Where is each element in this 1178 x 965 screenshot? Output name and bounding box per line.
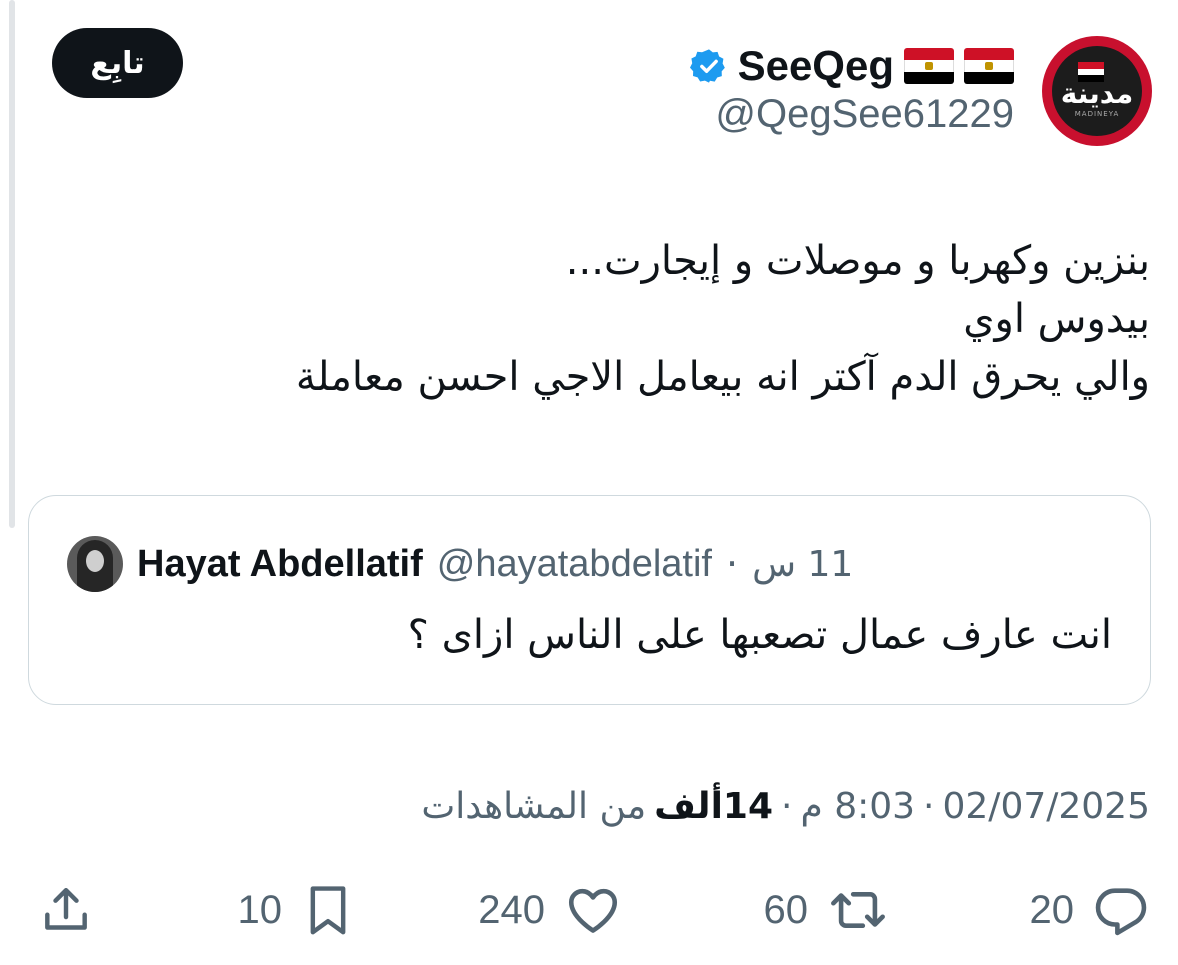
repost-count: 60 — [763, 887, 809, 932]
reply-count: 20 — [1029, 887, 1075, 932]
avatar-logo-subtext: MADINEYA — [1074, 109, 1120, 118]
bookmark-icon — [310, 886, 346, 935]
tweet-time[interactable]: 8:03 م — [800, 786, 915, 827]
author-handle[interactable]: @QegSee61229 — [715, 92, 1014, 137]
bookmark-count: 10 — [237, 887, 283, 932]
bookmark-button[interactable]: 10 — [238, 870, 357, 950]
separator-dot: · — [781, 785, 793, 827]
share-button[interactable] — [38, 870, 94, 950]
separator-dot: · — [725, 542, 739, 586]
verified-badge-icon — [689, 49, 725, 83]
tweet-text-line: بيدوس اوي — [963, 296, 1150, 342]
heart-icon — [568, 888, 618, 933]
tweet-text-line: بنزين وكهربا و موصلات و إيجارت... — [565, 238, 1150, 284]
egypt-flag-icon — [1078, 62, 1104, 82]
repost-button[interactable]: 60 — [764, 870, 891, 950]
tweet-text: بنزين وكهربا و موصلات و إيجارت... بيدوس … — [150, 232, 1150, 406]
author-display-name[interactable]: SeeQeg — [738, 42, 894, 90]
egypt-flag-icon — [964, 48, 1014, 84]
separator-dot: · — [923, 785, 935, 827]
scrollbar[interactable] — [9, 0, 15, 528]
follow-button[interactable]: تابِع — [52, 28, 183, 98]
like-button[interactable]: 240 — [478, 870, 623, 950]
author-avatar[interactable]: مدينة MADINEYA — [1042, 36, 1152, 146]
tweet-text-line: والي يحرق الدم آكتر انه بيعامل الاجي احس… — [295, 354, 1150, 400]
quoted-author-avatar — [67, 536, 123, 592]
tweet-date[interactable]: 02/07/2025 — [943, 786, 1151, 827]
tweet-meta: 02/07/2025 · 8:03 م · 14ألف من المشاهدات — [421, 780, 1150, 832]
quoted-tweet-text: انت عارف عمال تصعبها على الناس ازاى ؟ — [407, 612, 1112, 658]
tweet-page: مدينة MADINEYA SeeQeg @QegSee61229 تابِع… — [0, 0, 1178, 965]
egypt-flag-icon — [904, 48, 954, 84]
quoted-tweet-header: Hayat Abdellatif @hayatabdelatif · 11 س — [67, 536, 853, 592]
views-count: 14ألف — [654, 785, 774, 827]
share-icon — [45, 887, 87, 930]
quoted-author-handle: @hayatabdelatif — [436, 542, 712, 585]
avatar-logo: مدينة MADINEYA — [1052, 46, 1142, 136]
like-count: 240 — [478, 887, 545, 932]
quoted-author-name: Hayat Abdellatif — [137, 542, 423, 585]
views-label: من المشاهدات — [421, 785, 647, 827]
reply-icon — [1095, 888, 1147, 936]
quoted-tweet-card[interactable]: Hayat Abdellatif @hayatabdelatif · 11 س … — [28, 495, 1151, 705]
quoted-tweet-time: 11 س — [752, 543, 854, 585]
reply-button[interactable]: 20 — [1030, 870, 1151, 950]
repost-icon — [831, 891, 885, 929]
author-name-row[interactable]: SeeQeg — [689, 42, 1014, 90]
